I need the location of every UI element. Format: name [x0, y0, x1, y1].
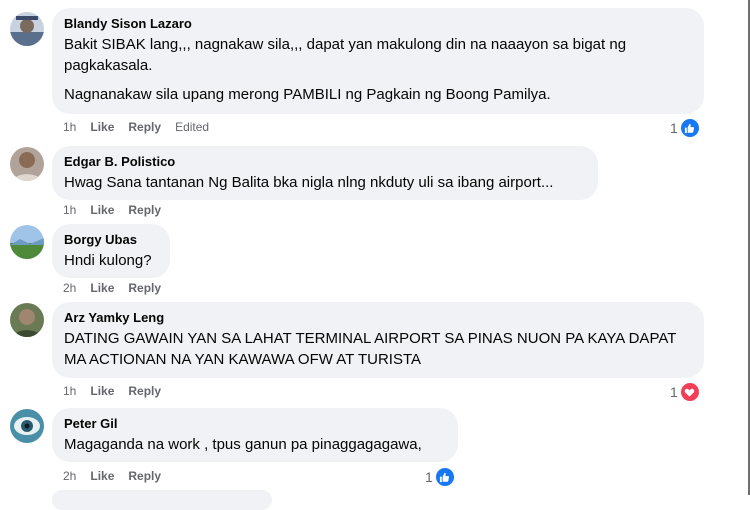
- avatar[interactable]: [10, 303, 44, 337]
- comment-text: Magaganda na work , tpus ganun pa pinagg…: [64, 436, 422, 453]
- comment-bubble: Peter Gil Magaganda na work , tpus ganun…: [52, 408, 458, 462]
- reply-button[interactable]: Reply: [128, 384, 161, 398]
- like-icon: [434, 467, 455, 487]
- comment-bubble: Blandy Sison Lazaro Bakit SIBAK lang,,, …: [52, 8, 704, 114]
- reaction-count: 1: [670, 120, 678, 136]
- reaction-summary[interactable]: 1: [425, 467, 455, 487]
- comment-actions: 2h Like Reply: [63, 281, 161, 295]
- like-button[interactable]: Like: [90, 469, 114, 483]
- commenter-name[interactable]: Borgy Ubas: [64, 232, 158, 248]
- comment-text: pagkakasala.: [64, 57, 153, 74]
- comment-text: DATING GAWAIN YAN SA LAHAT TERMINAL AIRP…: [64, 330, 677, 347]
- edited-label[interactable]: Edited: [175, 120, 209, 134]
- love-icon: [679, 382, 700, 402]
- like-icon: [679, 118, 700, 138]
- comment-bubble: Arz Yamky Leng DATING GAWAIN YAN SA LAHA…: [52, 302, 704, 378]
- timestamp[interactable]: 2h: [63, 281, 76, 295]
- comment-text: Hwag Sana tantanan Ng Balita bka nigla n…: [64, 174, 554, 191]
- timestamp[interactable]: 1h: [63, 384, 76, 398]
- comment-bubble: Edgar B. Polistico Hwag Sana tantanan Ng…: [52, 146, 598, 200]
- avatar[interactable]: [10, 409, 44, 443]
- reaction-summary[interactable]: 1: [670, 118, 700, 138]
- commenter-name[interactable]: Peter Gil: [64, 416, 446, 432]
- like-button[interactable]: Like: [90, 120, 114, 134]
- commenter-name[interactable]: Blandy Sison Lazaro: [64, 16, 692, 32]
- comment-actions: 2h Like Reply: [63, 469, 161, 483]
- avatar[interactable]: [10, 147, 44, 181]
- avatar[interactable]: [10, 225, 44, 259]
- commenter-name[interactable]: Arz Yamky Leng: [64, 310, 692, 326]
- comment-actions: 1h Like Reply: [63, 384, 161, 398]
- comment-text: Nagnanakaw sila upang merong PAMBILI ng …: [64, 86, 551, 103]
- like-button[interactable]: Like: [90, 203, 114, 217]
- comment-text: Bakit SIBAK lang,,, nagnakaw sila,,, dap…: [64, 36, 627, 53]
- like-button[interactable]: Like: [90, 384, 114, 398]
- timestamp[interactable]: 1h: [63, 120, 76, 134]
- comment-actions: 1h Like Reply: [63, 203, 161, 217]
- reaction-count: 1: [670, 384, 678, 400]
- reply-button[interactable]: Reply: [128, 281, 161, 295]
- reaction-count: 1: [425, 469, 433, 485]
- reply-button[interactable]: Reply: [128, 120, 161, 134]
- like-button[interactable]: Like: [90, 281, 114, 295]
- comment-bubble: Borgy Ubas Hndi kulong?: [52, 224, 170, 278]
- reply-button[interactable]: Reply: [128, 469, 161, 483]
- commenter-name[interactable]: Edgar B. Polistico: [64, 154, 586, 170]
- reply-button[interactable]: Reply: [128, 203, 161, 217]
- timestamp[interactable]: 2h: [63, 469, 76, 483]
- timestamp[interactable]: 1h: [63, 203, 76, 217]
- avatar[interactable]: [10, 12, 44, 46]
- comment-bubble: [52, 490, 272, 510]
- reaction-summary[interactable]: 1: [670, 382, 700, 402]
- comment-text: MA ACTIONAN NA YAN KAWAWA OFW AT TURISTA: [64, 351, 421, 368]
- comment-actions: 1h Like Reply Edited: [63, 120, 209, 134]
- comment-text: Hndi kulong?: [64, 252, 152, 269]
